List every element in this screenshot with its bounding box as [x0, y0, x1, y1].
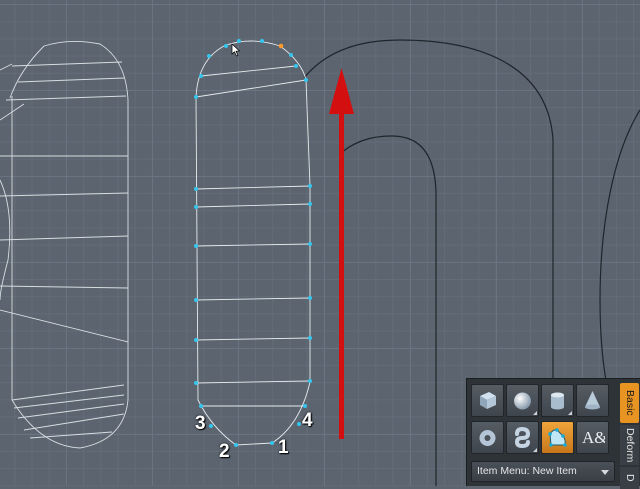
mouse-cursor-icon — [231, 43, 241, 57]
sphere-tool-button[interactable] — [506, 384, 539, 417]
cube-tool-button[interactable] — [471, 384, 504, 417]
cube-icon — [480, 392, 496, 409]
direction-arrow — [329, 68, 354, 439]
cylinder-icon — [551, 392, 564, 410]
tab-deform[interactable]: Deform — [620, 425, 639, 465]
tool-palette: A& Item Menu: New Item Basic Deform D — [466, 378, 640, 489]
pen-tool-button[interactable] — [541, 421, 574, 454]
capsule-tool-button[interactable] — [506, 421, 539, 454]
capsule-icon — [514, 426, 531, 449]
torus-tool-button[interactable] — [471, 421, 504, 454]
tab-basic[interactable]: Basic — [620, 383, 639, 423]
text-tool-button[interactable]: A& — [576, 421, 609, 454]
cylinder-tool-button[interactable] — [541, 384, 574, 417]
vertex-label-3: 3 — [195, 413, 206, 434]
svg-text:A&: A& — [582, 428, 605, 447]
vertex-label-2: 2 — [219, 441, 230, 462]
cone-tool-button[interactable] — [576, 384, 609, 417]
item-menu-label: Item Menu: New Item — [477, 465, 577, 477]
selected-wireframe — [195, 40, 311, 446]
vertex-label-4: 4 — [302, 410, 313, 431]
torus-icon — [479, 430, 496, 446]
pen-tool-icon — [548, 428, 567, 447]
chevron-down-icon — [601, 470, 609, 475]
text-tool-icon: A& — [582, 428, 605, 447]
selected-vertices — [194, 39, 312, 447]
vertex-label-1: 1 — [278, 437, 289, 458]
left-wireframe — [0, 41, 129, 449]
selected-vertex — [278, 43, 284, 49]
cone-icon — [585, 391, 600, 410]
sphere-icon — [514, 392, 531, 410]
item-menu-dropdown[interactable]: Item Menu: New Item — [471, 461, 615, 482]
